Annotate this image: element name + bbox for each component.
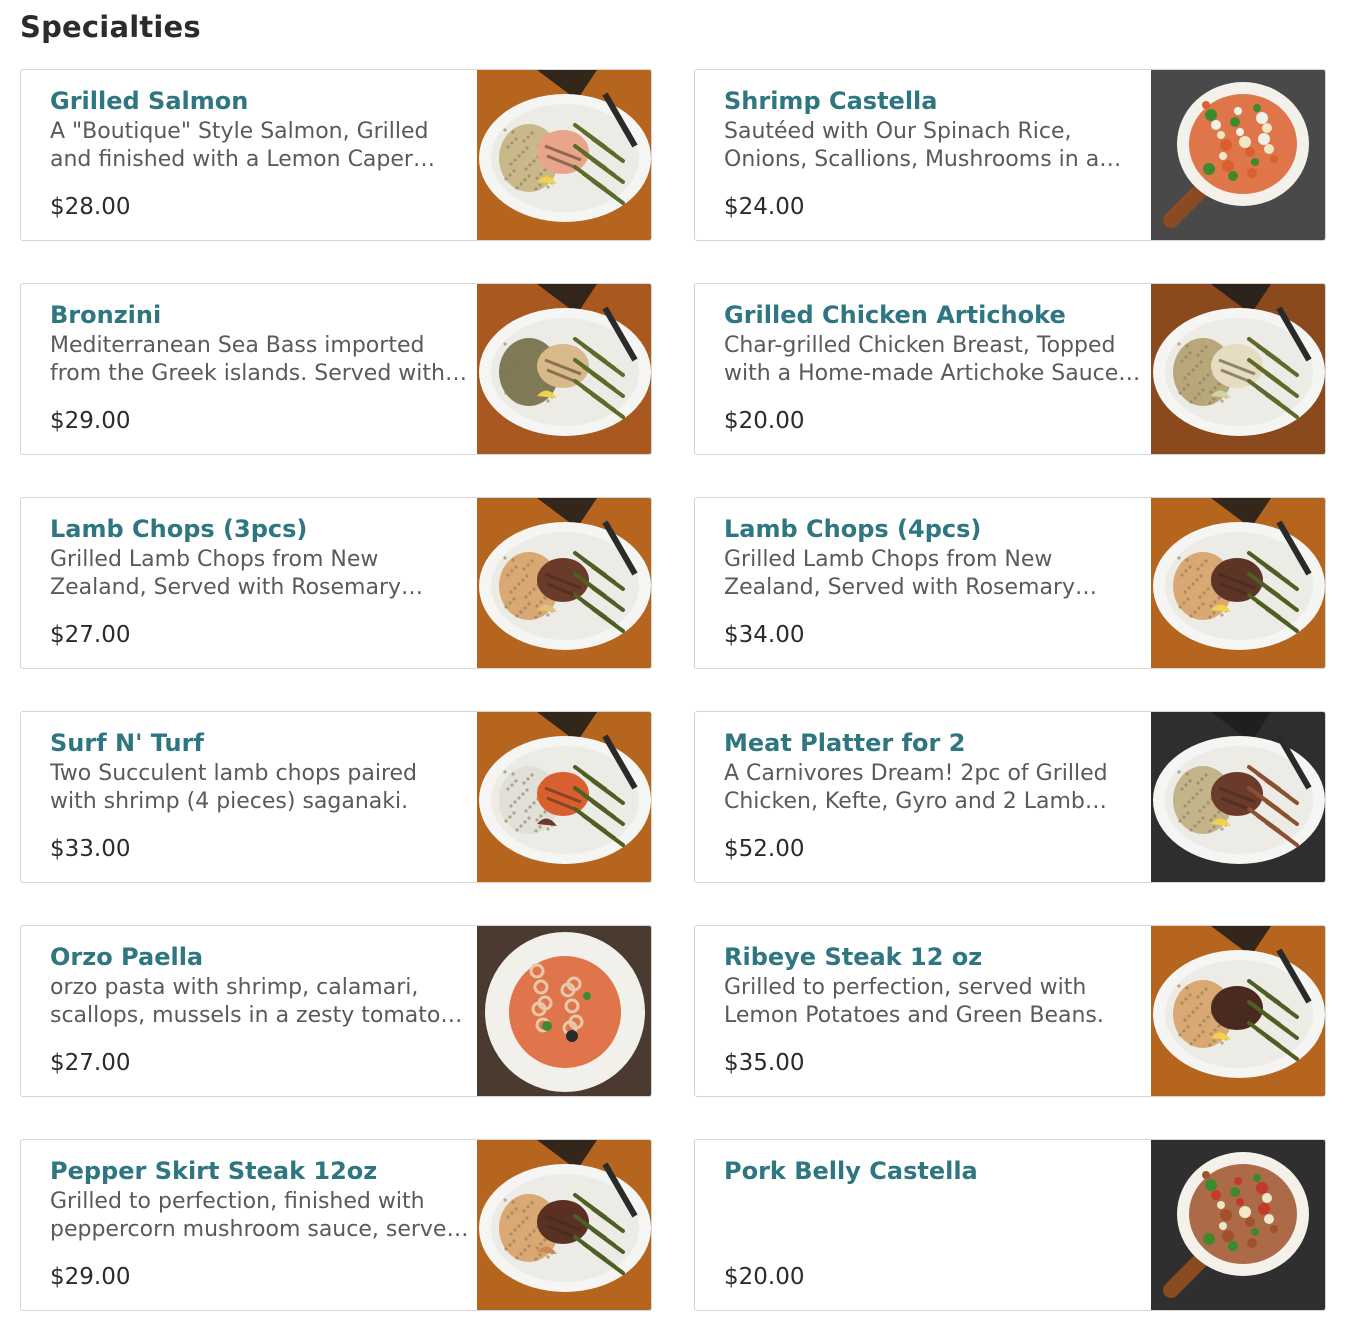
menu-item-description: A "Boutique" Style Salmon, Grilled and f… bbox=[50, 119, 429, 177]
menu-item-text: Surf N' Turf Two Succulent lamb chops pai… bbox=[50, 726, 470, 819]
food-photo-icon bbox=[1151, 1140, 1325, 1310]
menu-item-description: Grilled to perfection, finished with pep… bbox=[50, 1189, 461, 1247]
menu-item-photo bbox=[1151, 926, 1325, 1096]
menu-item-name: Orzo Paella bbox=[50, 943, 204, 971]
section-title: Specialties bbox=[20, 10, 201, 44]
food-photo-icon bbox=[1151, 926, 1325, 1096]
menu-item-description: Mediterranean Sea Bass imported from the… bbox=[50, 333, 466, 391]
menu-item-card[interactable]: Grilled Chicken Artichoke Char-grilled Ch… bbox=[694, 283, 1326, 455]
menu-item-card[interactable]: Shrimp Castella Sautéed with Our Spinach … bbox=[694, 69, 1326, 241]
menu-item-price: $35.00 bbox=[724, 1050, 805, 1076]
food-photo-icon bbox=[1151, 70, 1325, 240]
menu-item-photo bbox=[477, 926, 651, 1096]
menu-item-name: Grilled Salmon bbox=[50, 87, 249, 115]
food-photo-icon bbox=[1151, 498, 1325, 668]
menu-item-text: Grilled Chicken Artichoke Char-grilled Ch… bbox=[724, 298, 1144, 391]
menu-item-photo bbox=[477, 284, 651, 454]
menu-item-price: $34.00 bbox=[724, 622, 805, 648]
menu-item-photo bbox=[477, 70, 651, 240]
menu-item-name: Ribeye Steak 12 oz bbox=[724, 943, 983, 971]
menu-item-description: Two Succulent lamb chops paired with shr… bbox=[50, 761, 418, 814]
food-photo-icon bbox=[477, 498, 651, 668]
menu-item-description: Char-grilled Chicken Breast, Topped with… bbox=[724, 333, 1119, 391]
menu-item-card[interactable]: Grilled Salmon A "Boutique" Style Salmon,… bbox=[20, 69, 652, 241]
menu-item-photo bbox=[1151, 1140, 1325, 1310]
menu-item-photo bbox=[477, 712, 651, 882]
menu-item-name: Bronzini bbox=[50, 301, 162, 329]
menu-item-price: $24.00 bbox=[724, 194, 805, 220]
food-photo-icon bbox=[477, 70, 651, 240]
menu-item-text: Pork Belly Castella bbox=[724, 1154, 1144, 1247]
menu-item-price: $29.00 bbox=[50, 408, 131, 434]
menu-item-photo bbox=[477, 1140, 651, 1310]
menu-item-text: Meat Platter for 2 A Carnivores Dream! 2p… bbox=[724, 726, 1144, 819]
food-photo-icon bbox=[1151, 712, 1325, 882]
menu-item-price: $29.00 bbox=[50, 1264, 131, 1290]
menu-item-name: Grilled Chicken Artichoke bbox=[724, 301, 1066, 329]
menu-item-price: $27.00 bbox=[50, 622, 131, 648]
menu-item-description: Grilled to perfection, served with Lemon… bbox=[724, 975, 1104, 1028]
food-photo-icon bbox=[477, 1140, 651, 1310]
menu-item-card[interactable]: Pepper Skirt Steak 12oz Grilled to perfec… bbox=[20, 1139, 652, 1311]
menu-item-text: Lamb Chops (3pcs) Grilled Lamb Chops from… bbox=[50, 512, 470, 605]
menu-grid: Grilled Salmon A "Boutique" Style Salmon,… bbox=[20, 69, 1326, 1311]
menu-item-card[interactable]: Lamb Chops (4pcs) Grilled Lamb Chops from… bbox=[694, 497, 1326, 669]
menu-item-price: $20.00 bbox=[724, 408, 805, 434]
menu-item-description: orzo pasta with shrimp, calamari, scallo… bbox=[50, 975, 441, 1033]
menu-item-card[interactable]: Orzo Paella orzo pasta with shrimp, calam… bbox=[20, 925, 652, 1097]
menu-item-text: Lamb Chops (4pcs) Grilled Lamb Chops from… bbox=[724, 512, 1144, 605]
menu-item-photo bbox=[1151, 284, 1325, 454]
food-photo-icon bbox=[1151, 284, 1325, 454]
menu-item-description: Sautéed with Our Spinach Rice, Onions, S… bbox=[724, 119, 1100, 177]
menu-item-description bbox=[724, 1188, 1144, 1247]
menu-item-text: Grilled Salmon A "Boutique" Style Salmon,… bbox=[50, 84, 470, 177]
menu-item-photo bbox=[1151, 712, 1325, 882]
menu-item-card[interactable]: Lamb Chops (3pcs) Grilled Lamb Chops from… bbox=[20, 497, 652, 669]
menu-item-text: Shrimp Castella Sautéed with Our Spinach … bbox=[724, 84, 1144, 177]
menu-item-name: Lamb Chops (3pcs) bbox=[50, 515, 308, 543]
menu-item-name: Pork Belly Castella bbox=[724, 1157, 978, 1185]
menu-item-card[interactable]: Ribeye Steak 12 oz Grilled to perfection,… bbox=[694, 925, 1326, 1097]
food-photo-icon bbox=[477, 712, 651, 882]
menu-item-card[interactable]: Surf N' Turf Two Succulent lamb chops pai… bbox=[20, 711, 652, 883]
menu-item-price: $33.00 bbox=[50, 836, 131, 862]
menu-item-price: $28.00 bbox=[50, 194, 131, 220]
menu-item-photo bbox=[477, 498, 651, 668]
menu-item-photo bbox=[1151, 498, 1325, 668]
menu-item-name: Surf N' Turf bbox=[50, 729, 204, 757]
menu-item-description: Grilled Lamb Chops from New Zealand, Ser… bbox=[724, 547, 1111, 605]
menu-item-price: $27.00 bbox=[50, 1050, 131, 1076]
food-photo-icon bbox=[477, 284, 651, 454]
menu-item-card[interactable]: Meat Platter for 2 A Carnivores Dream! 2p… bbox=[694, 711, 1326, 883]
menu-item-photo bbox=[1151, 70, 1325, 240]
menu-item-price: $52.00 bbox=[724, 836, 805, 862]
menu-item-text: Ribeye Steak 12 oz Grilled to perfection,… bbox=[724, 940, 1144, 1033]
menu-item-text: Orzo Paella orzo pasta with shrimp, calam… bbox=[50, 940, 470, 1033]
menu-item-name: Shrimp Castella bbox=[724, 87, 938, 115]
menu-item-card[interactable]: Bronzini Mediterranean Sea Bass imported … bbox=[20, 283, 652, 455]
menu-item-name: Lamb Chops (4pcs) bbox=[724, 515, 982, 543]
menu-item-name: Meat Platter for 2 bbox=[724, 729, 966, 757]
menu-item-description: A Carnivores Dream! 2pc of Grilled Chick… bbox=[724, 761, 1108, 819]
menu-item-text: Pepper Skirt Steak 12oz Grilled to perfec… bbox=[50, 1154, 470, 1247]
menu-item-price: $20.00 bbox=[724, 1264, 805, 1290]
menu-item-text: Bronzini Mediterranean Sea Bass imported … bbox=[50, 298, 470, 391]
menu-item-card[interactable]: Pork Belly Castella $20.00 bbox=[694, 1139, 1326, 1311]
menu-item-name: Pepper Skirt Steak 12oz bbox=[50, 1157, 378, 1185]
menu-item-description: Grilled Lamb Chops from New Zealand, Ser… bbox=[50, 547, 437, 605]
food-photo-icon bbox=[477, 926, 651, 1096]
